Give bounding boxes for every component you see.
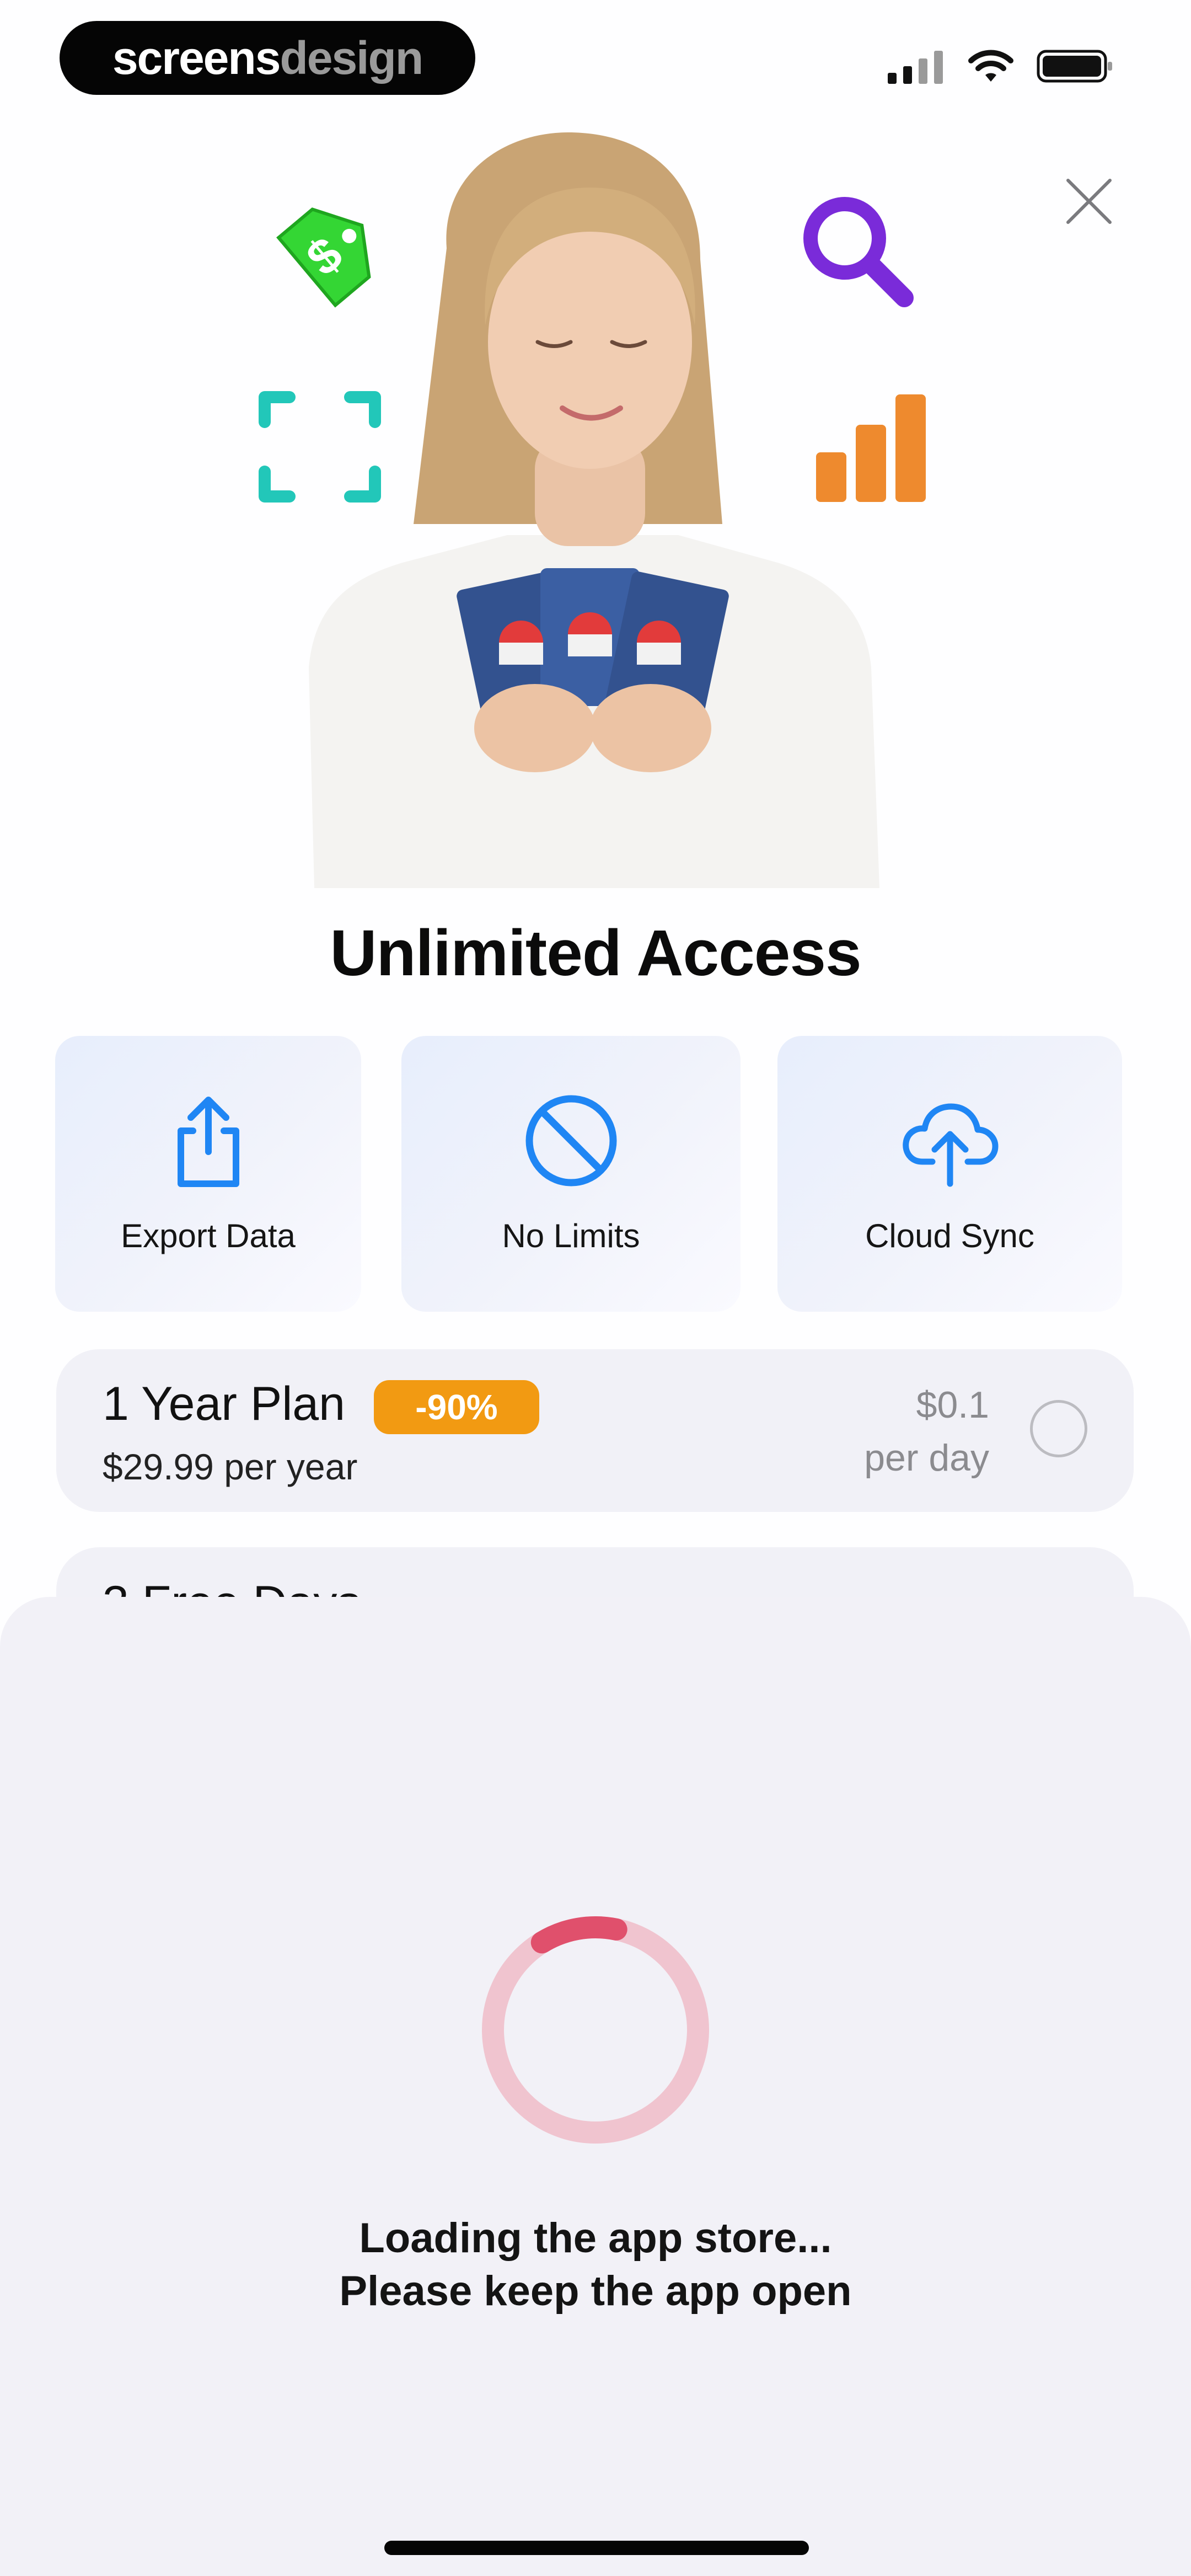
screensdesign-watermark: screens design [60, 21, 475, 95]
loading-spinner [482, 1916, 709, 2144]
share-icon [177, 1097, 239, 1187]
plan-period: per day [864, 1437, 989, 1479]
loading-message: Loading the app store... Please keep the… [0, 2212, 1191, 2318]
feature-label: Cloud Sync [865, 1217, 1034, 1254]
feature-card-no-limits: No Limits [401, 1036, 741, 1312]
home-indicator [384, 2541, 809, 2555]
hero-image [309, 132, 879, 888]
loading-line-2: Please keep the app open [339, 2268, 852, 2315]
plan-subtitle: $29.99 per year [103, 1446, 358, 1487]
discount-badge: -90% [374, 1380, 539, 1434]
loading-line-1: Loading the app store... [359, 2215, 832, 2262]
feature-card-export: Export Data [55, 1036, 361, 1312]
plan-radio-button[interactable] [1030, 1400, 1087, 1457]
battery-icon [1037, 50, 1112, 83]
plan-title: 1 Year Plan [103, 1377, 345, 1430]
page-title: Unlimited Access [330, 917, 861, 990]
wifi-icon [968, 50, 1013, 82]
plan-option-yearly[interactable]: 1 Year Plan -90% $29.99 per year $0.1 pe… [56, 1349, 1134, 1512]
cloud-upload-icon [902, 1103, 998, 1187]
close-icon[interactable] [1061, 174, 1117, 229]
feature-label: No Limits [502, 1217, 640, 1254]
feature-card-cloud-sync: Cloud Sync [777, 1036, 1122, 1312]
cellular-signal-icon [888, 51, 943, 84]
plan-price: $0.1 [916, 1384, 989, 1426]
status-bar [888, 49, 1114, 84]
feature-label: Export Data [121, 1217, 296, 1254]
prohibited-icon [525, 1095, 616, 1187]
